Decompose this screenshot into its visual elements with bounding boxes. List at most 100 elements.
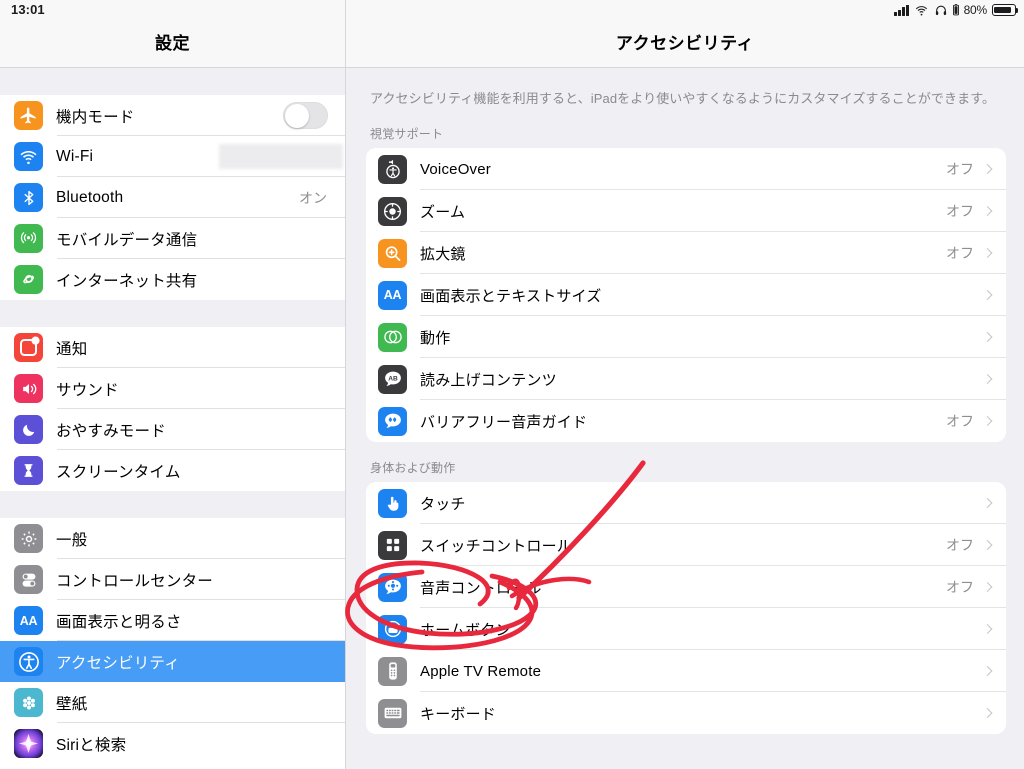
sidebar-item-display-brightness[interactable]: AA 画面表示と明るさ	[0, 600, 345, 641]
apple-tv-remote-icon	[378, 656, 407, 686]
row-apple-tv-remote[interactable]: Apple TV Remote	[366, 650, 1006, 693]
sidebar-item-label: Siriと検索	[56, 736, 127, 754]
sidebar-item-notifications[interactable]: 通知	[0, 327, 345, 368]
accessibility-icon	[14, 647, 43, 676]
sidebar-item-airplane-mode[interactable]: 機内モード	[0, 95, 345, 136]
settings-sidebar: 設定 機内モード Wi-Fi Bluetooth オン モバイルデータ通信 イン…	[0, 0, 346, 769]
sidebar-item-general[interactable]: 一般	[0, 518, 345, 559]
sidebar-item-bluetooth[interactable]: Bluetooth オン	[0, 177, 345, 218]
row-spoken-content[interactable]: AB 読み上げコンテンツ	[366, 358, 1006, 401]
row-label: 動作	[420, 329, 451, 347]
keyboard-icon	[378, 698, 407, 728]
sidebar-item-wifi[interactable]: Wi-Fi	[0, 136, 345, 177]
touch-icon	[378, 488, 407, 518]
cellular-icon	[14, 224, 43, 253]
sidebar-item-label: 一般	[56, 531, 88, 549]
sidebar-item-screen-time[interactable]: スクリーンタイム	[0, 450, 345, 491]
chevron-right-icon	[982, 416, 993, 427]
sidebar-item-label: おやすみモード	[56, 422, 166, 440]
row-label: タッチ	[420, 495, 466, 513]
vision-settings-card: VoiceOver オフ ズーム オフ 拡大鏡 オフ AA 画面表示とテキストサ…	[366, 148, 1006, 443]
control-center-icon	[14, 565, 43, 594]
sidebar-item-label: モバイルデータ通信	[56, 231, 198, 249]
chevron-right-icon	[982, 624, 993, 635]
voice-control-icon	[378, 572, 407, 602]
row-voice-control[interactable]: 音声コントロール オフ	[366, 566, 1006, 609]
sidebar-item-wallpaper[interactable]: 壁紙	[0, 682, 345, 723]
row-magnifier[interactable]: 拡大鏡 オフ	[366, 232, 1006, 275]
accessibility-detail-panel: アクセシビリティ アクセシビリティ機能を利用すると、iPadをより使いやすくなる…	[346, 0, 1024, 769]
bluetooth-icon	[14, 183, 43, 212]
page-title: アクセシビリティ	[615, 34, 755, 53]
sidebar-group-general: 一般 コントロールセンター AA 画面表示と明るさ アクセシビリティ 壁紙 Si…	[0, 518, 345, 764]
sidebar-item-hotspot[interactable]: インターネット共有	[0, 259, 345, 300]
airplane-icon	[14, 101, 43, 130]
accessibility-intro-text: アクセシビリティ機能を利用すると、iPadをより使いやすくなるようにカスタマイズ…	[370, 91, 996, 106]
sidebar-group-connectivity: 機内モード Wi-Fi Bluetooth オン モバイルデータ通信 インターネ…	[0, 95, 345, 300]
sidebar-item-cellular[interactable]: モバイルデータ通信	[0, 218, 345, 259]
row-home-button[interactable]: ホームボタン	[366, 608, 1006, 651]
chevron-right-icon	[982, 164, 993, 175]
row-zoom[interactable]: ズーム オフ	[366, 190, 1006, 233]
siri-icon	[14, 729, 43, 758]
row-label: キーボード	[420, 705, 497, 723]
chevron-right-icon	[982, 708, 993, 719]
row-motion[interactable]: 動作	[366, 316, 1006, 359]
sidebar-gap	[0, 491, 345, 518]
airplane-mode-toggle[interactable]	[283, 102, 328, 129]
sidebar-header: 設定	[0, 0, 345, 68]
spoken-content-icon: AB	[378, 364, 407, 394]
row-label: ホームボタン	[420, 621, 511, 639]
row-touch[interactable]: タッチ	[366, 482, 1006, 525]
row-label: Apple TV Remote	[420, 662, 542, 680]
row-value: オフ	[946, 537, 974, 554]
display-brightness-icon: AA	[14, 606, 43, 635]
moon-icon	[14, 415, 43, 444]
row-display-text-size[interactable]: AA 画面表示とテキストサイズ	[366, 274, 1006, 317]
chevron-right-icon	[982, 582, 993, 593]
section-header-vision: 視覚サポート	[370, 127, 444, 142]
notifications-icon	[14, 333, 43, 362]
sidebar-gap	[0, 300, 345, 327]
row-value: オフ	[946, 413, 974, 430]
hourglass-icon	[14, 456, 43, 485]
wifi-icon	[14, 142, 43, 171]
row-voiceover[interactable]: VoiceOver オフ	[366, 148, 1006, 191]
sidebar-item-label: 画面表示と明るさ	[56, 613, 182, 631]
sidebar-item-label: Bluetooth	[56, 188, 124, 206]
row-value: オフ	[946, 203, 974, 220]
aa-glyph: AA	[19, 613, 38, 628]
row-audio-descriptions[interactable]: バリアフリー音声ガイド オフ	[366, 400, 1006, 442]
sidebar-item-label: 機内モード	[56, 108, 135, 126]
row-value: オフ	[946, 579, 974, 596]
sidebar-item-siri-search[interactable]: Siriと検索	[0, 723, 345, 764]
sidebar-item-value: オン	[299, 189, 327, 206]
sound-icon	[14, 374, 43, 403]
row-value: オフ	[946, 161, 974, 178]
section-header-physical-motor: 身体および動作	[370, 461, 456, 476]
svg-text:AB: AB	[388, 376, 398, 383]
sidebar-item-label: アクセシビリティ	[56, 654, 180, 672]
sidebar-item-do-not-disturb[interactable]: おやすみモード	[0, 409, 345, 450]
sidebar-item-label: インターネット共有	[56, 272, 198, 290]
sidebar-item-label: スクリーンタイム	[56, 463, 181, 481]
chevron-right-icon	[982, 540, 993, 551]
sidebar-item-control-center[interactable]: コントロールセンター	[0, 559, 345, 600]
row-label: スイッチコントロール	[420, 537, 573, 555]
sidebar-item-label: 通知	[56, 340, 88, 358]
sidebar-item-label: 壁紙	[56, 695, 88, 713]
voiceover-icon	[378, 154, 407, 184]
aa-glyph: AA	[383, 288, 402, 303]
chevron-right-icon	[982, 290, 993, 301]
sidebar-item-label: Wi-Fi	[56, 147, 94, 165]
ipad-settings-screen: 設定 機内モード Wi-Fi Bluetooth オン モバイルデータ通信 イン…	[0, 0, 1024, 769]
row-switch-control[interactable]: スイッチコントロール オフ	[366, 524, 1006, 567]
text-size-icon: AA	[378, 280, 407, 310]
row-keyboard[interactable]: キーボード	[366, 692, 1006, 734]
sidebar-item-sounds[interactable]: サウンド	[0, 368, 345, 409]
magnifier-icon	[378, 238, 407, 268]
chevron-right-icon	[982, 498, 993, 509]
row-label: 音声コントロール	[420, 579, 542, 597]
hotspot-icon	[14, 265, 43, 294]
sidebar-item-accessibility[interactable]: アクセシビリティ	[0, 641, 345, 682]
